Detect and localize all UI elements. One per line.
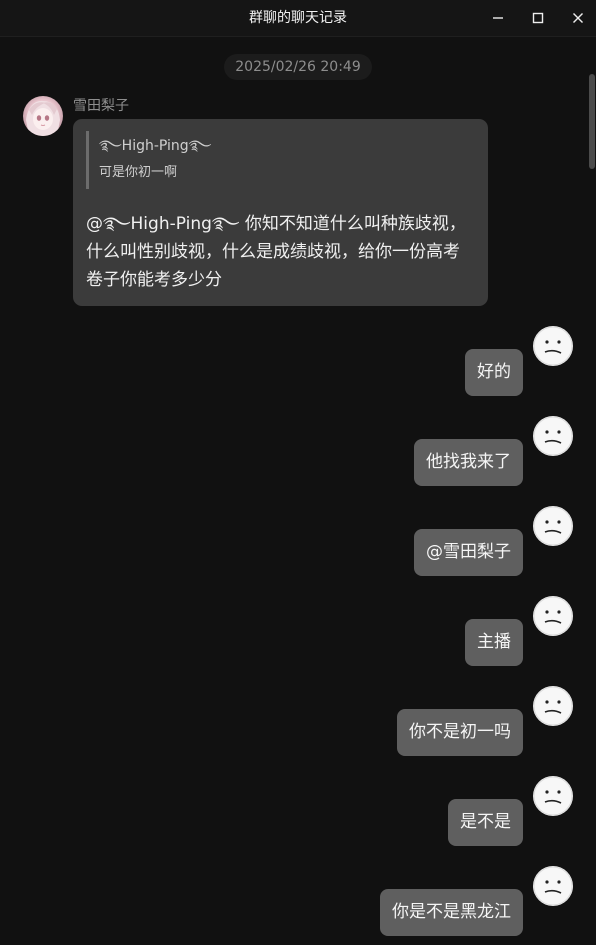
maximize-icon (532, 12, 544, 24)
anime-avatar-image (23, 96, 63, 136)
outgoing-message-bubble[interactable]: 你是不是黑龙江 (380, 889, 523, 936)
minimize-button[interactable] (478, 0, 518, 36)
quoted-author: ࿐High-Ping࿐ (99, 138, 212, 154)
outgoing-message-bubble[interactable]: 你不是初一吗 (397, 709, 523, 756)
outgoing-message-bubble[interactable]: 好的 (465, 349, 523, 396)
outgoing-message-row: 你是不是黑龙江 (0, 866, 596, 936)
title-bar: 群聊的聊天记录 (0, 0, 596, 37)
neutral-face-avatar[interactable] (533, 596, 573, 636)
message-timestamp: 2025/02/26 20:49 (224, 54, 372, 80)
neutral-face-icon (533, 326, 573, 366)
neutral-face-icon (533, 776, 573, 816)
neutral-face-icon (533, 596, 573, 636)
outgoing-message-row: 好的 (0, 326, 596, 396)
message-text: @࿐High-Ping࿐ 你知不知道什么叫种族歧视，什么叫性别歧视，什么是成绩歧… (86, 214, 466, 290)
quoted-message[interactable]: ࿐High-Ping࿐ 可是你初一啊 (86, 131, 446, 189)
sender-avatar[interactable] (23, 96, 63, 136)
outgoing-message-row: 主播 (0, 596, 596, 666)
neutral-face-avatar[interactable] (533, 686, 573, 726)
close-icon (573, 13, 583, 23)
outgoing-message-bubble[interactable]: 是不是 (448, 799, 523, 846)
neutral-face-avatar[interactable] (533, 506, 573, 546)
neutral-face-avatar[interactable] (533, 776, 573, 816)
neutral-face-icon (533, 506, 573, 546)
chat-history-window: 群聊的聊天记录 2025/02/26 20:49 雪田梨子 ࿐High-Ping… (0, 0, 596, 945)
outgoing-message-bubble[interactable]: 主播 (465, 619, 523, 666)
maximize-button[interactable] (518, 0, 558, 36)
outgoing-message-bubble[interactable]: @雪田梨子 (414, 529, 523, 576)
neutral-face-icon (533, 416, 573, 456)
outgoing-message-row: 你不是初一吗 (0, 686, 596, 756)
incoming-message-bubble[interactable]: ࿐High-Ping࿐ 可是你初一啊 @࿐High-Ping࿐ 你知不知道什么叫… (73, 119, 488, 306)
neutral-face-avatar[interactable] (533, 866, 573, 906)
outgoing-message-bubble[interactable]: 他找我来了 (414, 439, 523, 486)
outgoing-message-row: 是不是 (0, 776, 596, 846)
outgoing-message-row: @雪田梨子 (0, 506, 596, 576)
minimize-icon (493, 17, 503, 19)
neutral-face-avatar[interactable] (533, 326, 573, 366)
quoted-text: 可是你初一啊 (99, 165, 178, 180)
neutral-face-icon (533, 866, 573, 906)
close-button[interactable] (558, 0, 596, 36)
outgoing-message-row: 他找我来了 (0, 416, 596, 486)
neutral-face-icon (533, 686, 573, 726)
sender-name: 雪田梨子 (73, 98, 129, 114)
neutral-face-avatar[interactable] (533, 416, 573, 456)
scrollbar-thumb[interactable] (589, 74, 595, 169)
